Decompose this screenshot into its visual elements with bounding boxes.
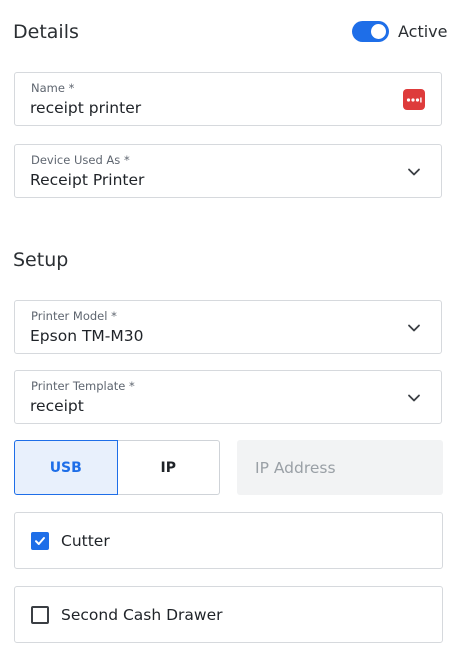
- name-field-value[interactable]: receipt printer: [30, 99, 141, 117]
- ip-address-input[interactable]: [237, 440, 443, 495]
- printer-template-select[interactable]: Printer Template * receipt: [14, 370, 442, 424]
- second-cash-drawer-checkbox[interactable]: [31, 605, 49, 624]
- dots-menu-icon[interactable]: [403, 89, 425, 110]
- setup-title: Setup: [13, 249, 69, 271]
- second-cash-drawer-option[interactable]: Second Cash Drawer: [14, 586, 443, 643]
- checkmark-icon: [35, 536, 45, 545]
- toggle-knob: [371, 24, 386, 39]
- device-used-as-label: Device Used As *: [31, 153, 130, 167]
- cutter-option[interactable]: Cutter: [14, 512, 443, 569]
- usb-option-button[interactable]: USB: [14, 440, 118, 495]
- cutter-checkbox[interactable]: [31, 531, 49, 550]
- name-field-label: Name *: [31, 81, 75, 95]
- printer-model-select[interactable]: Printer Model * Epson TM-M30: [14, 300, 442, 354]
- connection-type-toggle: USB IP: [14, 440, 220, 495]
- active-toggle-switch[interactable]: [352, 21, 389, 42]
- device-used-as-value: Receipt Printer: [30, 171, 145, 189]
- printer-model-label: Printer Model *: [31, 309, 117, 323]
- chevron-down-icon[interactable]: [407, 321, 421, 335]
- chevron-down-icon[interactable]: [407, 391, 421, 405]
- second-cash-drawer-label: Second Cash Drawer: [61, 605, 223, 624]
- active-toggle[interactable]: Active: [352, 21, 448, 42]
- printer-template-label: Printer Template *: [31, 379, 135, 393]
- cutter-label: Cutter: [61, 531, 110, 550]
- active-toggle-label: Active: [398, 22, 448, 41]
- printer-model-value: Epson TM-M30: [30, 327, 144, 345]
- name-field[interactable]: Name * receipt printer: [14, 72, 442, 126]
- ip-option-button[interactable]: IP: [117, 440, 220, 495]
- details-title: Details: [13, 21, 79, 43]
- device-used-as-select[interactable]: Device Used As * Receipt Printer: [14, 144, 442, 198]
- chevron-down-icon[interactable]: [407, 165, 421, 179]
- printer-template-value: receipt: [30, 397, 84, 415]
